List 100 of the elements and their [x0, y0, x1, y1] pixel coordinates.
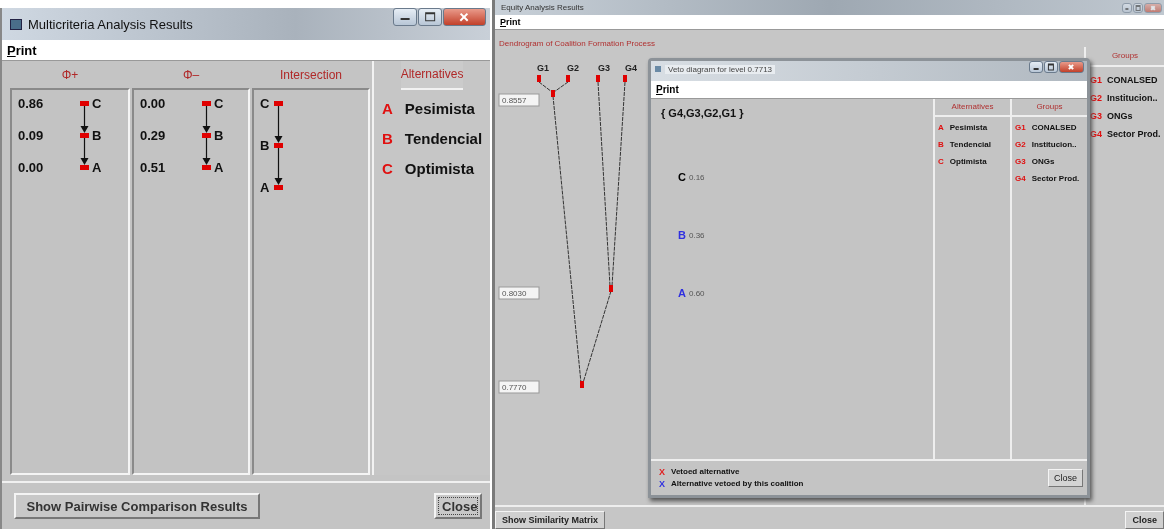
column-header: Intersection [278, 67, 343, 82]
node-marker [580, 381, 584, 388]
group-code: G4 [1015, 174, 1026, 183]
group-code: G2 [1015, 140, 1026, 149]
pairwise-results-button[interactable]: Show Pairwise Comparison Results [14, 493, 260, 519]
chart-title: Dendrogram of Coalition Formation Process [498, 38, 657, 50]
menu-item[interactable]: Print [495, 17, 526, 27]
score-value: 0.51 [140, 160, 166, 175]
node-marker [202, 133, 211, 138]
node-marker [596, 75, 600, 82]
close-button[interactable]: Close [1048, 469, 1083, 487]
group-label: G3 [598, 63, 610, 73]
alternative-letter: A [260, 180, 270, 195]
node-marker [80, 165, 89, 170]
group-name: Sector Prod. [1107, 129, 1161, 139]
legend-text: Alternative vetoed by this coalition [671, 479, 804, 489]
column-header: Φ+ [60, 67, 80, 82]
group-name: Sector Prod. [1031, 174, 1080, 183]
alternative-letter: B [214, 128, 224, 143]
node-marker [80, 101, 89, 106]
node-marker [566, 75, 570, 82]
alternative-code: A [938, 123, 944, 132]
menu-item[interactable]: Print [2, 42, 42, 58]
coalition-label: { G4,G3,G2,G1 } [661, 107, 745, 119]
group-name: ONGs [1031, 157, 1055, 166]
alternative-letter: B [678, 229, 686, 241]
level-label: 0.8557 [498, 93, 540, 107]
minimize-button[interactable] [392, 8, 417, 26]
score-value: 0.36 [688, 230, 705, 240]
close-button[interactable]: Close [1125, 511, 1164, 529]
group-label: G4 [625, 63, 637, 73]
dendrogram-link [553, 81, 569, 93]
legend-mark: X [659, 479, 665, 489]
window-title: Multicriteria Analysis Results [28, 16, 193, 32]
close-button[interactable]: Close [434, 493, 482, 519]
column-header: Alternatives [935, 99, 1010, 117]
legend-mark: X [659, 467, 665, 477]
node-marker [202, 101, 211, 106]
group-code: G1 [1090, 75, 1102, 85]
group-label: G1 [537, 63, 549, 73]
alternative-code: A [382, 100, 393, 117]
node-marker [551, 90, 555, 97]
arrow [80, 137, 89, 165]
node-marker [274, 185, 283, 190]
window-title: Equity Analysis Results [501, 3, 584, 12]
node-marker [609, 285, 613, 292]
node-marker [80, 133, 89, 138]
window-title: Veto diagram for level 0.7713 [665, 64, 776, 74]
group-code: G4 [1090, 129, 1102, 139]
arrow [80, 105, 89, 133]
close-button[interactable] [442, 8, 486, 26]
alternative-name: Optimista [404, 160, 475, 177]
level-label: 0.7770 [498, 380, 540, 394]
column-header: Groups [1012, 99, 1087, 117]
node-marker [202, 165, 211, 170]
group-code: G3 [1015, 157, 1026, 166]
alternative-letter: A [678, 287, 686, 299]
legend-text: Vetoed alternative [671, 467, 740, 477]
alternative-letter: B [92, 128, 102, 143]
alternative-letter: C [92, 96, 102, 111]
group-code: G3 [1090, 111, 1102, 121]
maximize-button[interactable] [417, 8, 442, 26]
alternative-letter: C [260, 96, 270, 111]
node-marker [537, 75, 541, 82]
window-icon [655, 66, 661, 72]
arrow [274, 105, 283, 143]
group-name: Institucion.. [1107, 93, 1158, 103]
node-marker [623, 75, 627, 82]
alternative-name: Optimista [949, 157, 987, 166]
close-button[interactable] [1058, 61, 1084, 73]
minimize-button[interactable] [1028, 61, 1043, 73]
alternative-name: Tendencial [949, 140, 991, 149]
group-code: G2 [1090, 93, 1102, 103]
score-value: 0.00 [18, 160, 44, 175]
score-value: 0.09 [18, 128, 44, 143]
score-value: 0.16 [688, 172, 705, 182]
group-name: CONALSED [1107, 75, 1158, 85]
group-code: G1 [1015, 123, 1026, 132]
alternative-code: B [382, 130, 393, 147]
arrow [274, 147, 283, 185]
alternative-letter: A [214, 160, 224, 175]
alternative-name: Pesimista [949, 123, 988, 132]
score-value: 0.00 [140, 96, 166, 111]
arrow [202, 137, 211, 165]
group-label: G2 [567, 63, 579, 73]
menu-item[interactable]: Print [651, 84, 684, 95]
maximize-button[interactable] [1043, 61, 1058, 73]
window-icon [10, 18, 22, 30]
alternative-letter: B [260, 138, 270, 153]
level-label: 0.8030 [498, 286, 540, 300]
node-marker [274, 101, 283, 106]
alternative-name: Tendencial [404, 130, 483, 147]
arrow [202, 105, 211, 133]
alternative-code: C [938, 157, 944, 166]
score-value: 0.60 [688, 288, 705, 298]
similarity-matrix-button[interactable]: Show Similarity Matrix [495, 511, 606, 529]
group-name: CONALSED [1031, 123, 1077, 132]
alternative-letter: C [678, 171, 686, 183]
column-header: Alternatives [400, 61, 464, 90]
group-name: ONGs [1107, 111, 1133, 121]
